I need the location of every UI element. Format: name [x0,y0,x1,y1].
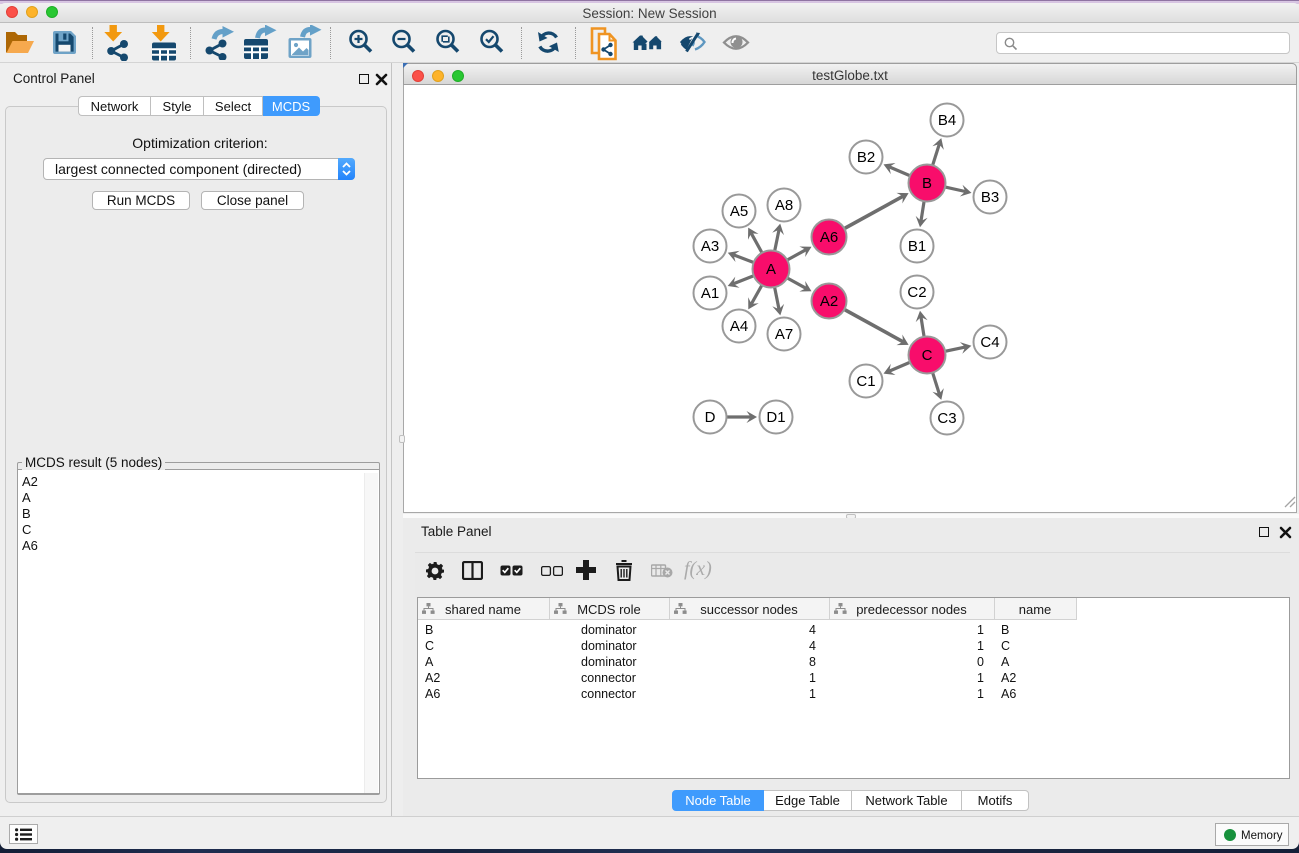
svg-text:C3: C3 [937,410,956,427]
svg-text:A7: A7 [775,326,793,343]
svg-text:B3: B3 [981,189,999,206]
svg-text:A1: A1 [701,285,719,302]
svg-text:A: A [766,261,776,278]
svg-text:B1: B1 [908,238,926,255]
svg-text:A5: A5 [730,203,748,220]
svg-text:A8: A8 [775,197,793,214]
svg-text:A2: A2 [820,293,838,310]
svg-text:D1: D1 [766,409,785,426]
svg-text:C: C [922,347,933,364]
svg-text:C1: C1 [856,373,875,390]
svg-text:C4: C4 [980,334,999,351]
svg-text:A4: A4 [730,318,748,335]
svg-text:D: D [705,409,716,426]
svg-text:B4: B4 [938,112,956,129]
svg-text:B2: B2 [857,149,875,166]
svg-text:B: B [922,175,932,192]
svg-text:A6: A6 [820,229,838,246]
svg-text:A3: A3 [701,238,719,255]
svg-text:C2: C2 [907,284,926,301]
